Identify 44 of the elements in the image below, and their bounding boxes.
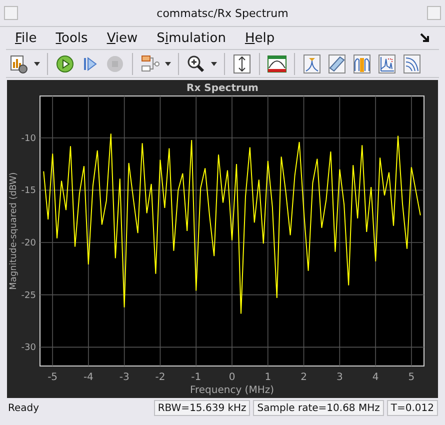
curves-chart-icon[interactable]	[402, 54, 422, 74]
x-tick-label: 1	[264, 372, 272, 383]
zoom-in-icon[interactable]	[186, 54, 206, 74]
dock-arrow-icon[interactable]	[420, 33, 430, 43]
run-button[interactable]	[55, 54, 75, 74]
autoscale-icon[interactable]	[232, 54, 252, 74]
plot-title: Rx Spectrum	[186, 83, 258, 94]
x-tick-label: 4	[372, 372, 379, 383]
ruler-icon[interactable]	[327, 54, 347, 74]
y-tick-label: -20	[21, 238, 36, 248]
window-title: commatsc/Rx Spectrum	[156, 6, 290, 20]
status-field: T=0.012	[386, 400, 438, 416]
y-tick-label: -30	[21, 343, 36, 354]
menu-item[interactable]: View	[106, 30, 138, 46]
y-axis-label: Magnitude-squared (dBW)	[9, 172, 19, 290]
menu-item[interactable]: Help	[244, 30, 275, 46]
peak-marker-icon[interactable]	[302, 54, 322, 74]
menu-item[interactable]: Tools	[56, 30, 88, 46]
dropdown-arrow-icon[interactable]	[34, 62, 40, 66]
x-tick-label: -1	[191, 372, 202, 383]
status-field: Sample rate=10.68 MHz	[253, 400, 384, 416]
status-text: Ready	[7, 402, 40, 414]
x-tick-label: 0	[228, 372, 236, 383]
spectrum-style-icon[interactable]	[267, 54, 287, 74]
y-tick-label: -10	[21, 134, 36, 144]
distortion-chart-icon[interactable]	[377, 54, 397, 74]
channel-bars-icon[interactable]	[352, 54, 372, 74]
x-tick-label: -2	[155, 372, 166, 383]
x-tick-label: -3	[119, 372, 130, 383]
status-field: RBW=15.639 kHz	[154, 400, 250, 416]
x-axis-label: Frequency (MHz)	[190, 385, 274, 396]
y-tick-label: -15	[21, 186, 36, 196]
y-tick-label: -25	[21, 290, 36, 301]
block-diagram-icon[interactable]	[140, 54, 160, 74]
menu-item[interactable]: File	[15, 30, 37, 46]
x-tick-label: 5	[408, 372, 415, 383]
dropdown-arrow-icon[interactable]	[211, 62, 217, 66]
x-tick-label: -5	[48, 372, 58, 383]
x-tick-label: -4	[83, 372, 94, 383]
x-tick-label: 2	[300, 372, 307, 383]
settings-icon[interactable]	[9, 54, 29, 74]
dropdown-arrow-icon[interactable]	[165, 62, 171, 66]
menu-item[interactable]: Simulation	[156, 30, 226, 46]
x-tick-label: 3	[336, 372, 343, 383]
